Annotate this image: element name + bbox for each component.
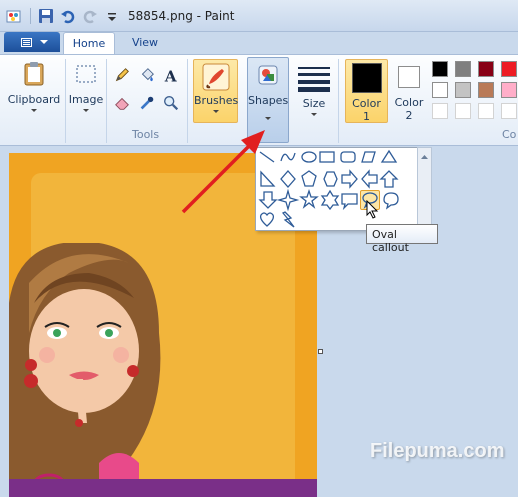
size-button[interactable]: Size [296, 59, 332, 116]
clipboard-icon [24, 62, 44, 86]
curve-shape-icon [280, 152, 296, 162]
palette-swatch[interactable] [455, 82, 471, 98]
shapes-gallery-scrollbar[interactable] [417, 147, 432, 231]
color2-button[interactable]: Color 2 [392, 59, 426, 122]
color1-number: 1 [363, 110, 370, 123]
brush-icon [202, 63, 229, 91]
brushes-button[interactable]: Brushes [193, 59, 238, 123]
quick-access-separator [30, 8, 31, 24]
size-label: Size [302, 97, 326, 110]
group-separator [106, 59, 107, 143]
paint-app-icon[interactable] [6, 8, 22, 24]
color1-swatch [351, 63, 382, 93]
six-point-star-shape-icon [320, 189, 340, 211]
select-icon [76, 65, 96, 83]
color1-button[interactable]: Color 1 [345, 59, 388, 123]
rounded-rectangle-callout-shape-icon [341, 193, 358, 211]
svg-text:A: A [164, 67, 178, 85]
left-arrow-shape-icon [361, 169, 378, 189]
group-separator [65, 59, 66, 143]
watermark: Filepuma.com [370, 440, 505, 462]
palette-swatch[interactable] [455, 61, 471, 77]
canvas-purple-band [9, 479, 317, 497]
undo-icon[interactable] [60, 8, 76, 24]
fill-bucket-icon[interactable] [137, 65, 157, 85]
shapes-icon [258, 65, 278, 85]
tab-view[interactable]: View [122, 32, 168, 54]
oval-callout-tooltip: Oval callout [366, 224, 438, 254]
palette-swatch-empty[interactable] [432, 103, 448, 119]
palette-swatch-empty[interactable] [455, 103, 471, 119]
oval-shape-icon [301, 151, 317, 163]
line-size-icon [298, 67, 330, 92]
palette-swatch[interactable] [478, 61, 494, 77]
triangle-shape-icon [380, 149, 398, 163]
palette-swatch[interactable] [501, 61, 517, 77]
color2-swatch [398, 66, 420, 88]
pentagon-shape-icon [301, 170, 317, 187]
image-label: Image [68, 93, 104, 106]
palette-swatch[interactable] [432, 61, 448, 77]
window-title: 58854.png - Paint [128, 9, 235, 23]
shapes-gallery-icons [258, 149, 399, 228]
ribbon-tab-row: Home View [0, 32, 518, 55]
shapes-label: Shapes [248, 94, 289, 107]
annotation-arrow-icon [181, 130, 265, 214]
right-arrow-shape-icon [341, 169, 358, 189]
lightning-shape-icon [281, 211, 295, 228]
image-dropdown-arrow [83, 109, 89, 112]
magnifier-icon[interactable] [161, 93, 181, 113]
image-button[interactable]: Image [68, 59, 104, 112]
palette-swatch[interactable] [478, 82, 494, 98]
menu-icon [21, 38, 32, 47]
woman-illustration [9, 243, 161, 497]
paint-menu-button[interactable] [4, 32, 60, 52]
shapes-gallery [255, 147, 418, 231]
colors-group-label: Co [502, 128, 517, 141]
group-separator [338, 59, 339, 143]
redo-icon[interactable] [82, 8, 98, 24]
customize-quick-access-icon[interactable] [104, 8, 120, 24]
rounded-rectangle-shape-icon [340, 151, 356, 163]
text-icon[interactable]: A [161, 65, 181, 85]
brushes-dropdown-arrow [212, 110, 219, 113]
chevron-down-icon [40, 40, 48, 44]
canvas-resize-handle[interactable] [318, 349, 323, 354]
clipboard-label: Clipboard [7, 93, 61, 106]
brushes-label: Brushes [194, 94, 239, 107]
title-bar: 58854.png - Paint [0, 0, 518, 32]
size-dropdown-arrow [311, 113, 317, 116]
tools-group-label: Tools [132, 128, 160, 141]
clipboard-dropdown-arrow [31, 109, 37, 112]
color1-label: Color [352, 97, 381, 110]
rectangle-shape-icon [319, 151, 335, 163]
hexagon-shape-icon [323, 171, 338, 187]
palette-swatch[interactable] [432, 82, 448, 98]
pencil-icon[interactable] [112, 65, 132, 85]
tab-home[interactable]: Home [63, 32, 115, 55]
color2-number: 2 [405, 109, 413, 122]
diamond-shape-icon [280, 170, 296, 188]
up-arrow-shape-icon [379, 170, 399, 188]
palette-swatch-empty[interactable] [478, 103, 494, 119]
mouse-cursor-icon [366, 200, 379, 219]
palette-swatch[interactable] [501, 82, 517, 98]
save-icon[interactable] [38, 8, 54, 24]
five-point-star-shape-icon [299, 188, 319, 209]
color-picker-icon[interactable] [137, 93, 157, 113]
color2-label: Color [394, 96, 424, 109]
polygon-shape-icon [361, 151, 376, 163]
four-point-star-shape-icon [276, 188, 300, 212]
palette-swatch-empty[interactable] [501, 103, 517, 119]
cloud-callout-shape-icon [383, 192, 399, 210]
scroll-up-icon [421, 155, 428, 159]
eraser-icon[interactable] [112, 93, 132, 113]
clipboard-button[interactable]: Clipboard [6, 59, 62, 112]
